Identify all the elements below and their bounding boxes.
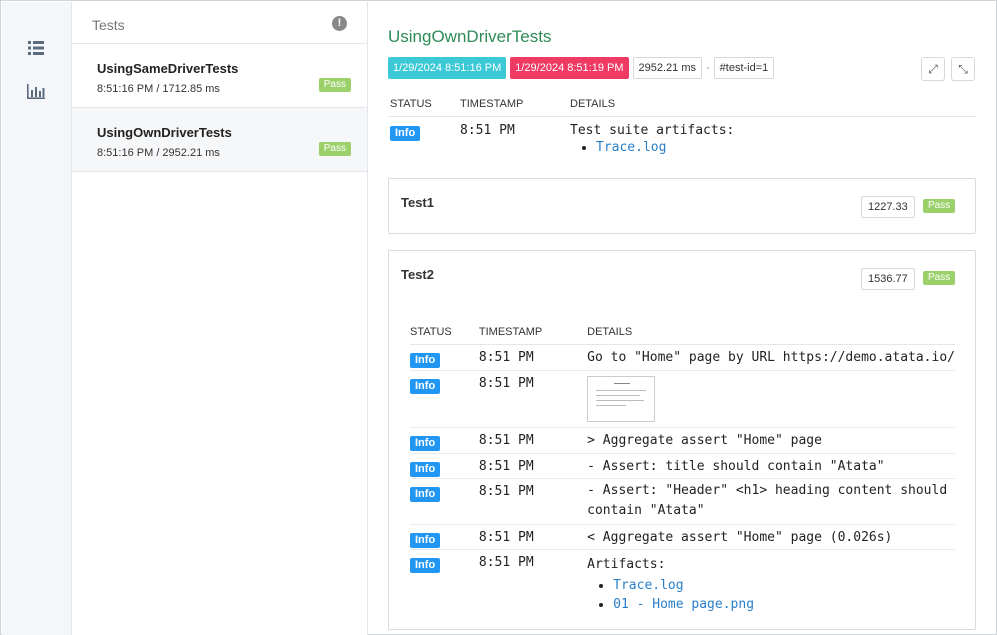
duration-badge: 1227.33 xyxy=(861,196,915,218)
test-name: Test1 xyxy=(401,195,434,210)
test-name: Test2 xyxy=(401,267,434,282)
info-badge: Info xyxy=(410,461,441,477)
status-header: STATUS xyxy=(410,320,479,345)
log-time: 8:51 PM xyxy=(478,370,588,428)
test-badges: 1/29/2024 8:51:16 PM 1/29/2024 8:51:19 P… xyxy=(388,57,775,79)
artifact-link[interactable]: 01 - Home page.png xyxy=(613,597,754,612)
log-details: < Aggregate assert "Home" page (0.026s) xyxy=(587,524,955,550)
info-badge: Info xyxy=(410,378,441,394)
table-row: Info 8:51 PM Test suite artifacts: Trace… xyxy=(388,116,976,155)
log-time: 8:51 PM xyxy=(478,524,588,550)
info-badge: Info xyxy=(410,435,441,451)
log-details: Go to "Home" page by URL https://demo.at… xyxy=(587,344,955,371)
test-card[interactable]: Test1 1227.33 Pass xyxy=(388,178,976,234)
alert-icon[interactable]: ! xyxy=(332,16,347,31)
status-header: STATUS xyxy=(388,92,458,117)
details-header: DETAILS xyxy=(587,320,955,345)
test-id-badge: #test-id=1 xyxy=(713,57,775,79)
log-time: 8:51 PM xyxy=(478,554,534,570)
test-list-header: Tests ! xyxy=(72,2,367,44)
test-name: UsingSameDriverTests xyxy=(97,61,239,76)
app-window: Tests ! UsingSameDriverTests 8:51:16 PM … xyxy=(0,0,997,635)
duration-badge: 1536.77 xyxy=(861,268,915,290)
artifact-link[interactable]: Trace.log xyxy=(596,140,666,155)
table-header-row: STATUS TIMESTAMP DETAILS xyxy=(388,92,976,117)
log-details xyxy=(587,370,955,428)
test-detail-panel: UsingOwnDriverTests 1/29/2024 8:51:16 PM… xyxy=(369,2,997,635)
table-row: Info 8:51 PM - Assert: title should cont… xyxy=(410,453,955,479)
collapse-icon[interactable]: ⤡ xyxy=(951,57,975,81)
log-text: Test suite artifacts: xyxy=(570,122,735,138)
start-time-badge: 1/29/2024 8:51:16 PM xyxy=(388,57,507,79)
table-row: Info 8:51 PM Artifacts: Trace.log 01 - H… xyxy=(410,549,955,614)
log-time: 8:51 PM xyxy=(460,122,515,138)
details-header: DETAILS xyxy=(568,92,976,117)
timestamp-header: TIMESTAMP xyxy=(458,92,568,117)
list-icon[interactable] xyxy=(26,38,46,58)
info-badge: Info xyxy=(410,557,441,573)
table-row: Info 8:51 PM Go to "Home" page by URL ht… xyxy=(410,344,955,371)
bar-chart-icon[interactable] xyxy=(26,81,46,101)
end-time-badge: 1/29/2024 8:51:19 PM xyxy=(510,57,629,79)
test-list-title: Tests xyxy=(92,17,125,33)
log-time: 8:51 PM xyxy=(478,478,588,525)
info-badge: Info xyxy=(390,125,421,141)
test-meta: 8:51:16 PM / 2952.21 ms xyxy=(97,147,220,159)
test-list-panel: Tests ! UsingSameDriverTests 8:51:16 PM … xyxy=(72,2,368,635)
test-card[interactable]: Test2 1536.77 Pass STATUS TIMESTAMP DETA… xyxy=(388,250,976,630)
info-badge: Info xyxy=(410,486,441,502)
test-meta: 8:51:16 PM / 1712.85 ms xyxy=(97,83,220,95)
expand-icon[interactable]: ⤢ xyxy=(921,57,945,81)
table-row: Info 8:51 PM xyxy=(410,370,955,428)
page-title: UsingOwnDriverTests xyxy=(388,27,552,46)
log-details: Test suite artifacts: Trace.log xyxy=(568,116,976,155)
table-row: Info 8:51 PM < Aggregate assert "Home" p… xyxy=(410,524,955,550)
side-rail xyxy=(2,2,72,635)
test-log-table: STATUS TIMESTAMP DETAILS Info 8:51 PM Go… xyxy=(410,320,955,614)
info-badge: Info xyxy=(410,532,441,548)
log-details: - Assert: "Header" <h1> heading content … xyxy=(587,478,955,525)
timestamp-header: TIMESTAMP xyxy=(478,320,588,345)
log-time: 8:51 PM xyxy=(478,427,588,454)
table-row: Info 8:51 PM > Aggregate assert "Home" p… xyxy=(410,427,955,454)
table-header-row: STATUS TIMESTAMP DETAILS xyxy=(410,320,955,345)
pass-badge: Pass xyxy=(318,142,351,156)
suite-log-table: STATUS TIMESTAMP DETAILS Info 8:51 PM Te… xyxy=(388,92,976,155)
log-time: 8:51 PM xyxy=(478,453,588,479)
log-time: 8:51 PM xyxy=(478,344,588,371)
log-details: - Assert: title should contain "Atata" xyxy=(587,453,955,479)
table-row: Info 8:51 PM - Assert: "Header" <h1> hea… xyxy=(410,478,955,525)
test-name: UsingOwnDriverTests xyxy=(97,125,232,140)
info-badge: Info xyxy=(410,352,441,368)
pass-badge: Pass xyxy=(923,199,956,213)
duration-badge: 2952.21 ms xyxy=(632,57,702,79)
pass-badge: Pass xyxy=(318,78,351,92)
log-text: Artifacts: xyxy=(587,556,666,572)
artifact-link[interactable]: Trace.log xyxy=(613,578,683,593)
separator: · xyxy=(705,62,710,74)
test-list-item[interactable]: UsingOwnDriverTests 8:51:16 PM / 2952.21… xyxy=(72,108,367,172)
log-details: > Aggregate assert "Home" page xyxy=(587,427,955,454)
log-details: Artifacts: Trace.log 01 - Home page.png xyxy=(587,549,955,614)
pass-badge: Pass xyxy=(923,271,956,285)
screenshot-thumbnail[interactable] xyxy=(587,375,656,422)
test-list-item[interactable]: UsingSameDriverTests 8:51:16 PM / 1712.8… xyxy=(72,44,367,108)
